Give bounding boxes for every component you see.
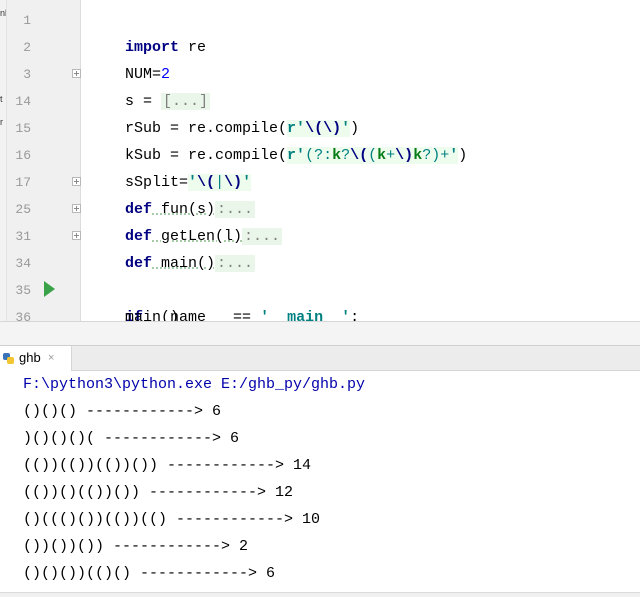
code-editor[interactable]: nl t r 1 2 3 14 15 16 17 25 31 34 35 36 … <box>0 0 640 321</box>
code-line[interactable]: def main():... <box>89 223 256 272</box>
regex-literal: k <box>377 147 387 164</box>
fold-expand-icon[interactable] <box>72 204 81 213</box>
line-number: 17 <box>15 175 31 190</box>
console-output-line: ()()())(()() ------------> 6 <box>23 565 276 582</box>
line-number: 31 <box>15 229 31 244</box>
editor-gutter[interactable]: 1 2 3 14 15 16 17 25 31 34 35 36 <box>7 0 81 321</box>
regex-escape: \) <box>395 147 414 164</box>
regex-group: ( <box>368 147 378 164</box>
console-output-line: )()()()( ------------> 6 <box>23 430 240 447</box>
regex-quantifier: ? <box>341 147 351 164</box>
keyword: def <box>125 255 153 272</box>
string-close: ' <box>449 147 459 164</box>
function-signature: main() <box>152 255 216 272</box>
collapsed-region[interactable]: :... <box>215 255 256 272</box>
string-literal: '__main__' <box>260 309 351 321</box>
regex-quantifier: ?)+ <box>422 147 450 164</box>
regex-quantifier: + <box>386 147 396 164</box>
regex-literal: k <box>332 147 342 164</box>
run-console[interactable]: F:\python3\python.exe E:/ghb_py/ghb.py (… <box>0 371 640 597</box>
line-number: 35 <box>15 283 31 298</box>
code-line[interactable]: kSub = re.compile(r'(?:k?\((k+\)k?)+') <box>89 115 467 164</box>
fold-expand-icon[interactable] <box>72 231 81 240</box>
code-line[interactable]: def fun(s):... <box>89 169 256 218</box>
code-line[interactable]: NUM=2 <box>89 34 170 83</box>
code-text: ) <box>458 147 468 164</box>
line-number: 14 <box>15 94 31 109</box>
line-number: 36 <box>15 310 31 321</box>
console-output-line: (())()(())()) ------------> 12 <box>23 484 294 501</box>
project-strip-mark: nl <box>0 8 7 18</box>
run-tab-ghb[interactable]: ghb × <box>0 346 72 371</box>
line-number: 15 <box>15 121 31 136</box>
run-tab-bar: ghb × <box>0 345 640 371</box>
project-panel-strip[interactable]: nl t r <box>0 0 7 321</box>
project-strip-mark: r <box>0 117 3 127</box>
console-output-line: ()((()())(())(() ------------> 10 <box>23 511 321 528</box>
code-line[interactable]: import re <box>89 7 206 56</box>
code-line[interactable]: def getLen(l):... <box>89 196 283 245</box>
code-line[interactable]: rSub = re.compile(r'\(\)') <box>89 88 359 137</box>
close-icon[interactable]: × <box>48 352 54 364</box>
line-number: 2 <box>23 40 31 55</box>
code-text: : <box>350 309 360 321</box>
line-number: 3 <box>23 67 31 82</box>
console-output-line: ()()() ------------> 6 <box>23 403 222 420</box>
console-command-line: F:\python3\python.exe E:/ghb_py/ghb.py <box>23 376 366 393</box>
regex-escape: \( <box>350 147 369 164</box>
run-tab-label: ghb <box>19 350 41 365</box>
fold-expand-icon[interactable] <box>72 177 81 186</box>
code-line[interactable]: sSplit='\(|\)' <box>89 142 252 191</box>
line-number: 25 <box>15 202 31 217</box>
console-output-line: (())(())(())()) ------------> 14 <box>23 457 312 474</box>
line-number: 34 <box>15 256 31 271</box>
code-text: re <box>179 39 207 56</box>
tool-window-splitter[interactable] <box>0 321 640 345</box>
console-output-line: ())())()) ------------> 2 <box>23 538 249 555</box>
regex-group: (?: <box>305 147 333 164</box>
string-prefix: r' <box>287 147 306 164</box>
line-number: 1 <box>23 13 31 28</box>
fold-expand-icon[interactable] <box>72 69 81 78</box>
status-bar-edge <box>0 592 640 597</box>
run-icon[interactable] <box>44 281 55 297</box>
code-line[interactable]: if __name__ == '__main__': <box>89 277 359 321</box>
code-line[interactable]: main() <box>89 304 179 321</box>
line-number: 16 <box>15 148 31 163</box>
code-line[interactable]: s = [...] <box>89 61 211 110</box>
project-strip-mark: t <box>0 94 3 104</box>
regex-literal: k <box>413 147 423 164</box>
python-file-icon <box>3 353 14 364</box>
